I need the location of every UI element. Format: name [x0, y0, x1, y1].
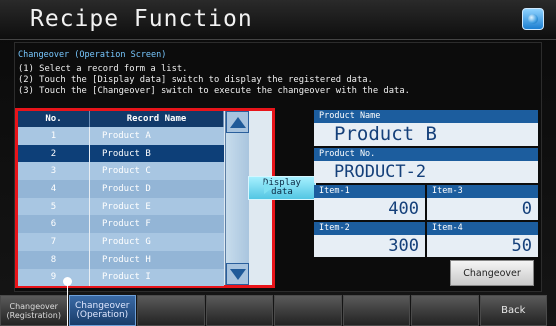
product-name-value: Product B: [314, 123, 538, 146]
record-name: Product I: [102, 272, 151, 283]
record-row[interactable]: 1 Product A: [18, 127, 224, 145]
list-scrollbar[interactable]: [225, 111, 249, 285]
function-key-label: Changeover (Registration): [7, 302, 61, 320]
instruction-steps: (1) Select a record form a list. (2) Tou…: [18, 64, 410, 97]
record-name: Product G: [102, 236, 151, 247]
record-no: 2: [18, 144, 90, 163]
column-header-no: No.: [18, 111, 90, 127]
item-2-label: Item-2: [314, 222, 425, 235]
item-4-label: Item-4: [427, 222, 538, 235]
globe-icon[interactable]: [522, 8, 544, 30]
record-no: 4: [18, 180, 90, 198]
function-key-button[interactable]: [274, 295, 342, 326]
record-no: 6: [18, 215, 90, 234]
record-list: No. Record Name 1 Product A 2 Product B 3 Pro…: [15, 108, 275, 288]
record-row[interactable]: 9 Product I: [18, 268, 224, 287]
record-no: 7: [18, 233, 90, 251]
title-bar: Recipe Function: [0, 0, 556, 40]
item-3-label: Item-3: [427, 185, 538, 198]
function-key-button[interactable]: [411, 295, 479, 326]
product-no-value: PRODUCT-2: [314, 161, 538, 183]
record-no: 9: [18, 268, 90, 287]
back-button[interactable]: Back: [479, 295, 547, 326]
record-name: Product H: [102, 254, 151, 265]
record-row[interactable]: 4 Product D: [18, 180, 224, 198]
recipe-function-screen: Recipe Function Changeover (Operation Sc…: [0, 0, 556, 326]
product-no-label: Product No.: [314, 148, 538, 161]
scroll-up-icon[interactable]: [226, 111, 249, 133]
function-key-label: Changeover (Operation): [75, 301, 130, 320]
record-row[interactable]: 2 Product B: [18, 144, 224, 163]
display-data-button[interactable]: Display data: [248, 176, 316, 200]
function-key-label: Back: [501, 305, 526, 316]
arrow-right-icon: [264, 182, 272, 194]
function-key-label-line1: Changeover: [9, 301, 58, 311]
function-key-label-line2: (Registration): [6, 310, 61, 320]
instruction-step-1: (1) Select a record form a list.: [18, 64, 188, 74]
record-row[interactable]: 5 Product E: [18, 197, 224, 216]
function-key-button[interactable]: [205, 295, 273, 326]
record-list-header: No. Record Name: [18, 111, 224, 127]
record-name: Product D: [102, 183, 151, 194]
scroll-down-icon[interactable]: [226, 263, 249, 285]
item-4-value: 50: [427, 235, 538, 257]
product-name-label: Product Name: [314, 110, 538, 123]
item-1-value: 400: [314, 198, 425, 220]
record-row[interactable]: 8 Product H: [18, 250, 224, 269]
record-row[interactable]: 3 Product C: [18, 162, 224, 181]
record-name: Product F: [102, 219, 151, 230]
function-key-button[interactable]: [137, 295, 205, 326]
pointer-line: [67, 281, 68, 326]
panel-heading: Changeover (Operation Screen): [18, 50, 167, 60]
record-no: 3: [18, 162, 90, 181]
record-row[interactable]: 7 Product G: [18, 233, 224, 251]
record-no: 5: [18, 197, 90, 216]
function-key-label-line1: Back: [501, 305, 526, 316]
record-name: Product C: [102, 166, 151, 177]
function-key-label-line2: (Operation): [76, 309, 129, 320]
record-row[interactable]: 6 Product F: [18, 215, 224, 234]
instruction-step-3: (3) Touch the [Changeover] switch to exe…: [18, 86, 410, 96]
record-no: 1: [18, 127, 90, 145]
item-2-value: 300: [314, 235, 425, 257]
item-3-value: 0: [427, 198, 538, 220]
changeover-operation-button[interactable]: Changeover (Operation): [68, 295, 136, 326]
record-no: 8: [18, 250, 90, 269]
instruction-step-2: (2) Touch the [Display data] switch to d…: [18, 75, 373, 85]
scroll-track[interactable]: [226, 133, 249, 263]
bottom-menu: Changeover (Registration) Changeover (Opera…: [0, 295, 556, 326]
record-name: Product A: [102, 130, 151, 141]
item-1-label: Item-1: [314, 185, 425, 198]
function-key-button[interactable]: [342, 295, 410, 326]
record-name: Product E: [102, 201, 151, 212]
changeover-registration-button[interactable]: Changeover (Registration): [0, 295, 68, 326]
record-rows: 1 Product A 2 Product B 3 Product C 4 Product D…: [18, 127, 224, 287]
changeover-button[interactable]: Changeover: [450, 260, 534, 286]
display-data-label-line2: data: [271, 187, 293, 197]
record-name: Product B: [102, 148, 151, 159]
pointer-dot: [63, 277, 72, 286]
page-title: Recipe Function: [30, 6, 253, 32]
column-header-record-name: Record Name: [90, 111, 224, 127]
